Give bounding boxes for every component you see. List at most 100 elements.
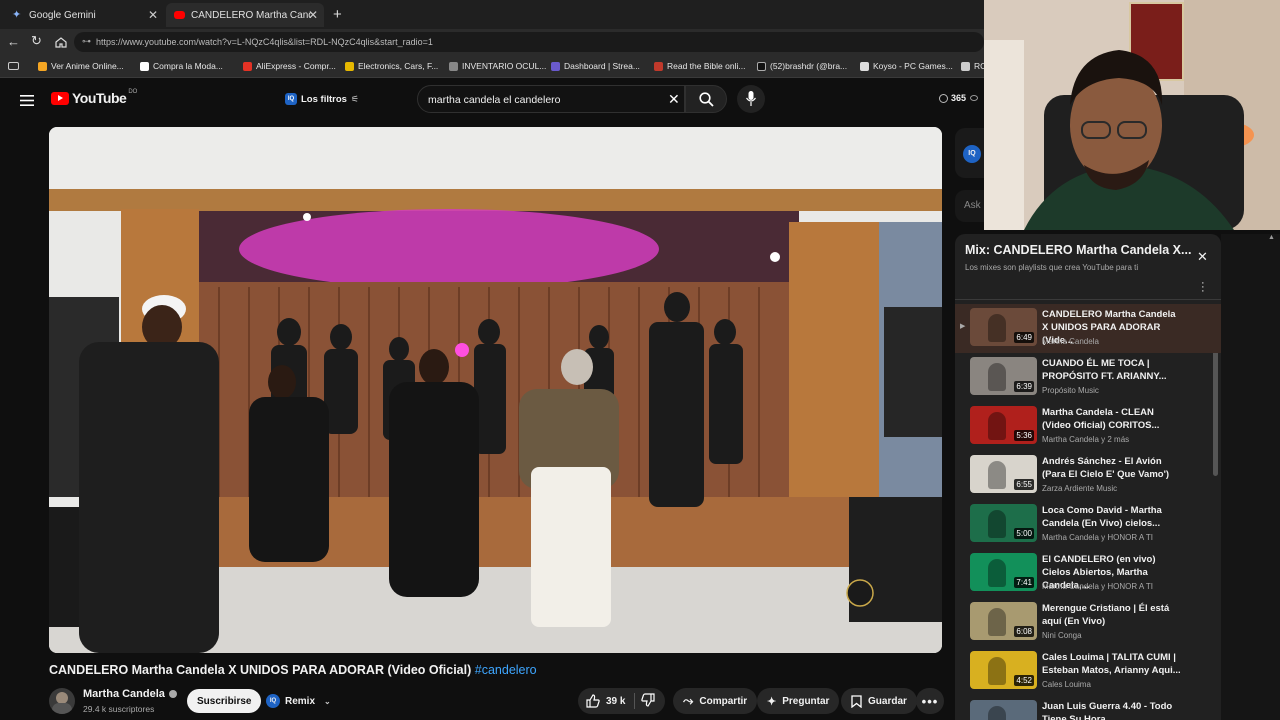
like-button[interactable]: 39 k [578, 694, 634, 708]
playlist-item[interactable]: Juan Luis Guerra 4.40 - Todo Tiene Su Ho… [955, 696, 1217, 720]
video-thumbnail[interactable]: 6:08 [970, 602, 1037, 640]
home-icon[interactable] [55, 35, 67, 48]
youtube-logo[interactable]: YouTube DO [51, 89, 137, 106]
bookmark-item[interactable]: Compra la Moda... [140, 61, 223, 71]
playlist-title[interactable]: Mix: CANDELERO Martha Candela X... [965, 243, 1191, 257]
bookmark-item[interactable]: Read the Bible onli... [654, 61, 745, 71]
voice-search-button[interactable] [737, 85, 765, 113]
playlist-item-channel[interactable]: Martha Candela [1042, 337, 1099, 346]
video-thumbnail[interactable]: 5:36 [970, 406, 1037, 444]
bookmark-item[interactable]: Ver Anime Online... [38, 61, 124, 71]
bookmark-item[interactable]: INVENTARIO OCUL... [449, 61, 546, 71]
gemini-icon: ✦ [12, 8, 22, 21]
playlist-item-channel[interactable]: Propósito Music [1042, 386, 1099, 395]
apps-icon[interactable] [8, 62, 19, 70]
playlist-item[interactable]: 4:52 Cales Louima | TALITA CUMI | Esteban… [955, 647, 1217, 696]
more-actions-button[interactable]: ••• [916, 688, 944, 714]
video-frame [49, 127, 942, 653]
tab-gemini[interactable]: ✦ Google Gemini ✕ [4, 3, 164, 27]
playlist-item[interactable]: ▶ 6:49 CANDELERO Martha Candela X UNIDOS P… [955, 304, 1221, 353]
channel-avatar[interactable] [49, 688, 75, 714]
more-vertical-icon[interactable]: · · · [1201, 278, 1205, 297]
tab-label: CANDELERO Martha Candela X UN [191, 9, 311, 21]
duration-badge: 4:52 [1014, 675, 1034, 686]
playlist-item-channel[interactable]: Martha Candela y HONOR A TI [1042, 533, 1153, 542]
ask-input[interactable]: Ask [955, 190, 985, 222]
playlist-item-channel[interactable]: Cales Louima [1042, 680, 1091, 689]
eye-icon [970, 95, 979, 101]
search-input[interactable]: martha candela el candelero ✕ [417, 85, 685, 113]
subscribe-button[interactable]: Suscribirse [187, 689, 262, 713]
playlist-item-channel[interactable]: Nini Conga [1042, 631, 1082, 640]
bookmark-item[interactable]: AliExpress - Compr... [243, 61, 336, 71]
save-button[interactable]: Guardar [841, 688, 917, 714]
iq-remix-icon: IQ [266, 694, 280, 708]
video-thumbnail[interactable]: 4:52 [970, 651, 1037, 689]
filter-sliders-icon: ⚟ [350, 93, 359, 104]
playlist-item-title: Merengue Cristiano | Él está aquí (En Vi… [1042, 603, 1170, 627]
video-thumbnail[interactable] [970, 700, 1037, 720]
bookmark-item[interactable]: RC [961, 61, 986, 71]
close-tab-icon[interactable]: ✕ [148, 8, 158, 22]
webcam-frame [984, 0, 1280, 230]
playlist-item-channel[interactable]: Martha Candela y 2 más [1042, 435, 1129, 444]
playlist-item-title: Andrés Sánchez - El Avión (Para El Cielo… [1042, 456, 1170, 480]
view-counter: 365 [939, 93, 979, 103]
now-playing-icon: ▶ [960, 323, 966, 330]
chevron-down-icon[interactable]: ⌄ [324, 697, 331, 706]
playlist-item-title: Loca Como David - Martha Candela (En Viv… [1042, 505, 1162, 529]
bookmark-item[interactable]: Electronics, Cars, F... [345, 61, 438, 71]
playlist-item[interactable]: 7:41 El CANDELERO (en vivo) Cielos Abiert… [955, 549, 1217, 598]
bookmark-icon [851, 694, 862, 708]
channel-name[interactable]: Martha Candela [83, 688, 177, 700]
playlist-item[interactable]: 5:36 Martha Candela - CLEAN (Video Oficia… [955, 402, 1217, 451]
video-player[interactable] [49, 127, 942, 653]
playlist-item-channel[interactable]: Martha Candela y HONOR A TI [1042, 582, 1153, 591]
share-button[interactable]: ⤳ Compartir [673, 688, 758, 714]
bookmark-item[interactable]: (52)brashdr (@bra... [757, 61, 847, 71]
video-thumbnail[interactable]: 6:55 [970, 455, 1037, 493]
tab-youtube[interactable]: CANDELERO Martha Candela X UN ✕ [166, 3, 324, 27]
playlist-item[interactable]: 5:00 Loca Como David - Martha Candela (En… [955, 500, 1217, 549]
webcam-overlay [984, 0, 1280, 230]
video-title: CANDELERO Martha Candela X UNIDOS PARA A… [49, 663, 537, 677]
search-icon [699, 92, 714, 107]
hashtag-link[interactable]: #candelero [475, 663, 537, 677]
close-tab-icon[interactable]: ✕ [308, 8, 318, 22]
duration-badge: 6:39 [1014, 381, 1034, 392]
scroll-up-icon[interactable]: ▲ [1268, 234, 1275, 241]
close-icon[interactable]: ✕ [1197, 249, 1208, 265]
share-icon: ⤳ [683, 693, 694, 708]
video-thumbnail[interactable]: 5:00 [970, 504, 1037, 542]
site-info-icon[interactable]: ⊶ [82, 36, 91, 47]
new-tab-icon[interactable]: + [333, 6, 342, 23]
bookmarks-bar: Ver Anime Online... Compra la Moda... Al… [0, 55, 986, 78]
search-button[interactable] [685, 85, 727, 113]
remix-button[interactable]: IQ Remix ⌄ [266, 689, 331, 713]
reload-icon[interactable]: ↻ [31, 34, 42, 47]
more-horizontal-icon: ••• [921, 693, 939, 709]
filters-button[interactable]: IQ Los filtros ⚟ [279, 88, 365, 110]
bookmark-item[interactable]: Koyso - PC Games... [860, 61, 953, 71]
playlist-item-channel[interactable]: Zarza Ardiente Music [1042, 484, 1117, 493]
url-field[interactable]: ⊶ https://www.youtube.com/watch?v=L-NQzC… [74, 32, 984, 52]
menu-icon[interactable] [20, 93, 34, 106]
ask-button[interactable]: ✦ Preguntar [757, 688, 840, 714]
playlist-subtitle: Los mixes son playlists que crea YouTube… [965, 263, 1139, 272]
back-icon[interactable]: ← [7, 35, 20, 48]
bookmark-item[interactable]: Dashboard | Strea... [551, 61, 640, 71]
verified-icon [168, 690, 177, 698]
iq-assistant-icon[interactable]: IQ [963, 145, 981, 163]
playlist-item[interactable]: 6:08 Merengue Cristiano | Él está aquí (E… [955, 598, 1217, 647]
playlist-item-title: Juan Luis Guerra 4.40 - Todo Tiene Su Ho… [1042, 701, 1173, 720]
clear-search-icon[interactable]: ✕ [668, 91, 680, 108]
sparkle-icon: ✦ [767, 695, 777, 708]
tab-label: Google Gemini [29, 9, 96, 21]
video-thumbnail[interactable]: 7:41 [970, 553, 1037, 591]
playlist-item[interactable]: 6:39 CUANDO ÉL ME TOCA | PROPÓSITO FT. AR… [955, 353, 1217, 402]
address-bar-row: ← ↻ ⊶ https://www.youtube.com/watch?v=L-… [0, 29, 984, 55]
playlist-item[interactable]: 6:55 Andrés Sánchez - El Avión (Para El C… [955, 451, 1217, 500]
video-thumbnail[interactable]: 6:39 [970, 357, 1037, 395]
video-thumbnail[interactable]: 6:49 [970, 308, 1037, 346]
dislike-button[interactable] [635, 692, 655, 710]
